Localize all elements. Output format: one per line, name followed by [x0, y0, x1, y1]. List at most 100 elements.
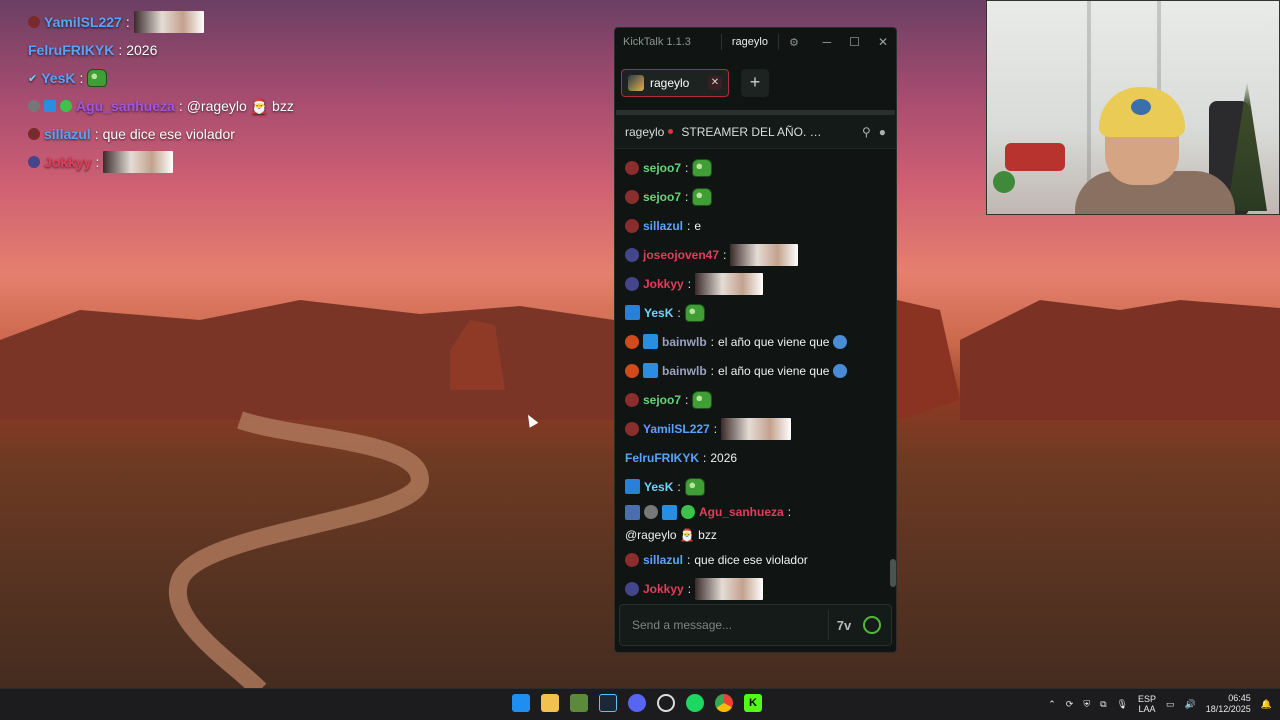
cube-badge-icon [662, 505, 677, 520]
account-name[interactable]: rageylo [732, 36, 768, 48]
verified-badge-icon [681, 505, 695, 519]
chat-username[interactable]: bainwlb [662, 335, 707, 349]
microphone-icon[interactable]: 🎙 [1117, 699, 1128, 710]
clock-date: 18/12/2025 [1205, 704, 1251, 714]
pepe-emote-icon [87, 69, 108, 87]
chat-username[interactable]: Jokkyy [643, 582, 684, 596]
volume-icon[interactable]: 🔊 [1185, 699, 1196, 710]
overlay-message: Agu_sanhueza: @rageylo 🎅 bzz [28, 92, 348, 120]
cube-badge-icon [44, 100, 56, 112]
minimize-button[interactable]: ─ [823, 35, 832, 49]
language-indicator[interactable]: ESP LAA [1138, 694, 1156, 714]
chat-username[interactable]: YamilSL227 [643, 422, 710, 436]
chat-username[interactable]: YesK [644, 480, 673, 494]
clock-app-icon[interactable] [657, 694, 675, 712]
steam-icon[interactable] [599, 694, 617, 712]
user-icon[interactable]: ● [879, 125, 886, 139]
title-bar[interactable]: KickTalk 1.1.3 rageylo ⚙ ─ ☐ ✕ [615, 28, 896, 56]
overlay-chat: YamilSL227: FelruFRIKYK: 2026 ✔ YesK: Ag… [28, 8, 348, 176]
scrollbar[interactable] [890, 559, 896, 587]
badge-icon [625, 247, 639, 262]
kicktalk-icon[interactable]: K [744, 694, 762, 712]
badge-icon [28, 128, 40, 140]
badge-icon [625, 276, 639, 291]
pin-icon[interactable]: ⚲ [862, 125, 871, 139]
settings-gear-icon[interactable]: ⚙ [789, 36, 799, 49]
clock-time: 06:45 [1228, 693, 1251, 703]
pepe-emote-icon [684, 303, 705, 322]
pillow [1005, 143, 1065, 171]
chat-username[interactable]: sejoo7 [643, 393, 681, 407]
clock[interactable]: 06:45 18/12/2025 [1206, 693, 1251, 715]
channel-name[interactable]: rageylo [625, 125, 664, 139]
chat-username[interactable]: sejoo7 [643, 161, 681, 175]
beanie [1099, 87, 1185, 137]
badge-icon [625, 421, 639, 436]
display-icon[interactable]: ▭ [1166, 699, 1175, 710]
badge-icon [625, 160, 639, 175]
chat-username[interactable]: bainwlb [662, 364, 707, 378]
chat-username[interactable]: Jokkyy [643, 277, 684, 291]
overlay-message: FelruFRIKYK: 2026 [28, 42, 158, 58]
check-icon: ✔ [28, 72, 38, 85]
overlay-message: ✔ YesK: [28, 64, 348, 92]
chat-message: Jokkyy: [625, 574, 886, 603]
chat-message: bainwlb: el año que viene que [625, 356, 886, 385]
chat-username[interactable]: sillazul [643, 219, 683, 233]
ball [993, 171, 1015, 193]
image-emote-icon [133, 11, 204, 33]
emote-picker-icon[interactable] [863, 616, 881, 634]
shield-icon[interactable]: ⛨ [1083, 699, 1090, 710]
tab-close-icon[interactable]: ✕ [708, 76, 722, 90]
chat-username[interactable]: YesK [644, 306, 673, 320]
overlay-message: YamilSL227: [28, 8, 348, 36]
maximize-button[interactable]: ☐ [849, 35, 860, 49]
chat-username[interactable]: Agu_sanhueza [699, 505, 784, 519]
overlay-text: @rageylo 🎅 bzz [186, 97, 294, 114]
chat-message: sejoo7: [625, 182, 886, 211]
overlay-text: que dice ese violador [102, 126, 235, 142]
overlay-text: 2026 [126, 42, 158, 58]
chat-username[interactable]: FelruFRIKYK [625, 451, 699, 465]
xbox-game-bar-icon[interactable] [570, 694, 588, 712]
overlay-message: Jokkyy: [28, 148, 348, 176]
windows-start-icon[interactable] [512, 694, 530, 712]
overlay-username: YesK [41, 70, 76, 86]
overlay-message: sillazul: que dice ese violador [28, 120, 348, 148]
badge-icon [625, 189, 639, 204]
chat-message: FelruFRIKYK: 2026 [625, 450, 738, 465]
chat-username[interactable]: joseojoven47 [643, 248, 719, 262]
network-icon[interactable]: ⧉ [1100, 699, 1106, 710]
spotify-icon[interactable] [686, 694, 704, 712]
header-actions: ⚲ ● [862, 125, 886, 139]
close-button[interactable]: ✕ [878, 35, 888, 49]
sync-icon[interactable]: ⟳ [1066, 699, 1074, 710]
ghost-emote-icon [833, 363, 848, 378]
chat-message: bainwlb: el año que viene que [625, 327, 886, 356]
file-explorer-icon[interactable] [541, 694, 559, 712]
channel-avatar-icon [628, 75, 644, 91]
chrome-icon[interactable] [715, 694, 733, 712]
badge-icon [625, 334, 639, 349]
message-input[interactable]: Send a message... [620, 618, 828, 632]
add-tab-button[interactable]: + [741, 69, 769, 97]
channel-header: rageylo STREAMER DEL AÑO. G... ⚲ ● [615, 115, 896, 149]
chat-username[interactable]: sillazul [643, 553, 683, 567]
notification-icon[interactable]: 🔔 [1261, 699, 1272, 710]
overlay-username: YamilSL227 [44, 14, 122, 30]
chat-message: YesK: [625, 472, 886, 501]
badge-icon [625, 505, 640, 520]
emote-picker-kick-icon[interactable]: 7v [829, 618, 859, 633]
hammer-badge-icon [625, 479, 640, 494]
chat-text: el año que viene que [718, 334, 830, 349]
chat-username[interactable]: sejoo7 [643, 190, 681, 204]
pepe-emote-icon [692, 158, 713, 177]
chat-messages[interactable]: sejoo7: sejoo7: sillazul: e joseojoven47… [615, 149, 896, 600]
pepe-emote-icon [692, 187, 713, 206]
chat-text: que dice ese violador [694, 552, 808, 567]
chevron-up-icon[interactable]: ⌃ [1048, 699, 1056, 710]
cube-badge-icon [643, 363, 658, 378]
tab-rageylo[interactable]: rageylo ✕ [621, 69, 729, 97]
image-emote-icon [695, 577, 764, 600]
discord-icon[interactable] [628, 694, 646, 712]
